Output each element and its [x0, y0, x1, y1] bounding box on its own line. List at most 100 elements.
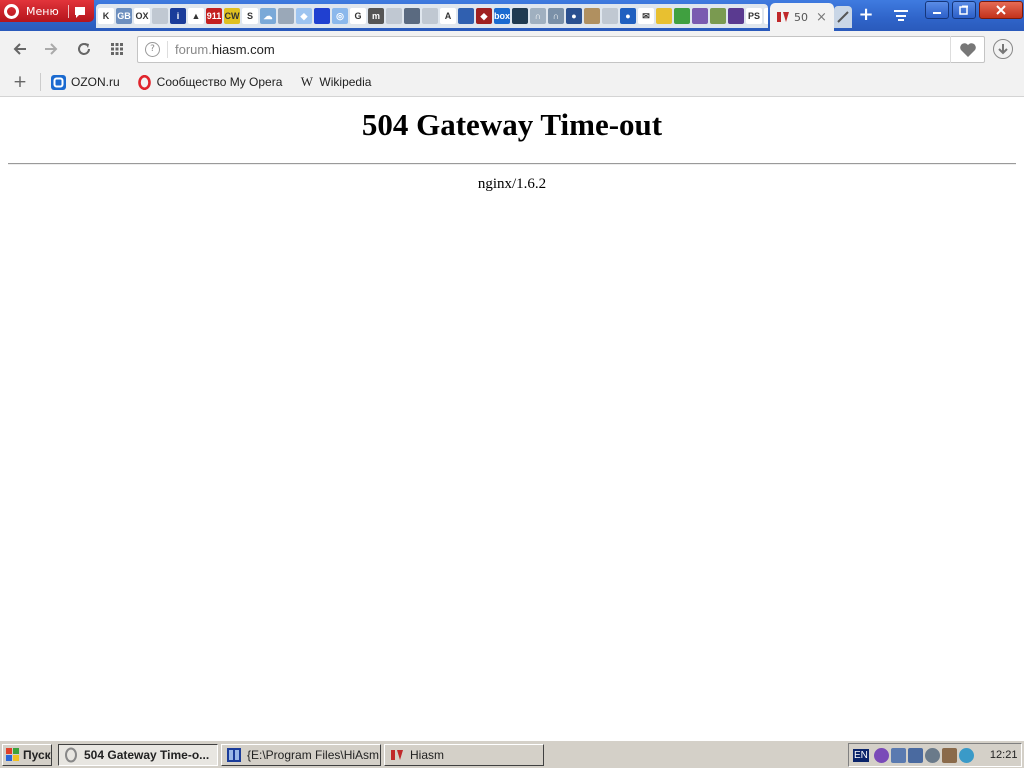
tab-close-icon[interactable]: ×: [816, 10, 827, 25]
network-icon[interactable]: [907, 747, 923, 763]
url-text[interactable]: forum.hiasm.com: [175, 42, 275, 57]
taskbar-item-hiasm[interactable]: Hiasm: [384, 744, 544, 766]
navigator-icon[interactable]: ◎: [332, 8, 348, 24]
alert-icon[interactable]: ▲: [188, 8, 204, 24]
network-disconnected-icon[interactable]: [890, 747, 906, 763]
taskbar-item-hiasm-folder[interactable]: {E:\Program Files\HiAsm...: [221, 744, 381, 766]
user-icon[interactable]: ●: [566, 8, 582, 24]
restore-icon: [959, 5, 968, 15]
disk-icon[interactable]: [278, 8, 294, 24]
earth-icon[interactable]: ●: [620, 8, 636, 24]
clock: 12:21: [989, 749, 1018, 761]
bookmark-my-opera[interactable]: Сообщество My Opera: [137, 74, 283, 90]
tab-menu-icon[interactable]: [890, 5, 912, 25]
page3-icon[interactable]: [602, 8, 618, 24]
menu-label: Меню: [26, 4, 59, 18]
rocket-icon[interactable]: ➶: [764, 8, 768, 24]
downloads-button[interactable]: [993, 39, 1013, 59]
grid-icon[interactable]: [314, 8, 330, 24]
updater-icon[interactable]: [958, 747, 974, 763]
start-label: Пуск: [23, 748, 51, 762]
arrow-right-icon: [45, 43, 58, 55]
olx-icon[interactable]: OX: [134, 8, 150, 24]
url-subdomain: forum.: [175, 42, 212, 57]
cw-icon[interactable]: CW: [224, 8, 240, 24]
leaf-icon[interactable]: [674, 8, 690, 24]
mail-icon[interactable]: ✉: [638, 8, 654, 24]
gbi-icon[interactable]: GB: [116, 8, 132, 24]
books-icon[interactable]: [584, 8, 600, 24]
m-icon[interactable]: m: [368, 8, 384, 24]
hiasm-window-icon: [227, 748, 241, 762]
monitor-icon[interactable]: [404, 8, 420, 24]
page2-icon[interactable]: [422, 8, 438, 24]
new-tab-button[interactable]: +: [857, 5, 875, 25]
bookmark-label: OZON.ru: [71, 75, 120, 89]
viber-icon[interactable]: [873, 747, 889, 763]
chat-flag-icon: [74, 7, 85, 18]
headset-icon[interactable]: ∩: [530, 8, 546, 24]
page-icon[interactable]: [152, 8, 168, 24]
weather-icon[interactable]: ☁: [260, 8, 276, 24]
bookmark-heart-button[interactable]: [950, 36, 984, 63]
server-signature: nginx/1.6.2: [477, 176, 547, 192]
tab-feather[interactable]: [834, 6, 852, 28]
s-icon[interactable]: S: [242, 8, 258, 24]
911-icon[interactable]: 911: [206, 8, 222, 24]
address-field[interactable]: ? forum.hiasm.com: [137, 36, 985, 63]
windows-taskbar: Пуск 504 Gateway Time-o... {E:\Program F…: [0, 740, 1024, 768]
web-page-content: 504 Gateway Time-out nginx/1.6.2: [0, 98, 1024, 740]
menu-separator: [67, 4, 69, 18]
opera-logo-icon: [4, 3, 19, 19]
hiasm-favicon-icon: [777, 12, 789, 22]
volume-icon[interactable]: [941, 747, 957, 763]
bookmark-label: Сообщество My Opera: [156, 75, 283, 89]
film-icon[interactable]: [458, 8, 474, 24]
reload-button[interactable]: [74, 39, 94, 59]
kinopoisk-icon[interactable]: K: [98, 8, 114, 24]
bookmark-wikipedia[interactable]: W Wikipedia: [299, 74, 372, 90]
google-icon[interactable]: G: [350, 8, 366, 24]
taskbar-item-opera[interactable]: 504 Gateway Time-o...: [58, 744, 218, 766]
ps-icon[interactable]: PS: [746, 8, 762, 24]
back-button[interactable]: [10, 39, 30, 59]
hiasm-grid-icon[interactable]: [512, 8, 528, 24]
heart-icon: [959, 42, 976, 57]
tab-active[interactable]: 50 ×: [770, 3, 834, 31]
minimize-button[interactable]: [925, 1, 949, 19]
forward-button[interactable]: [41, 39, 61, 59]
taskbar-item-label: 504 Gateway Time-o...: [84, 748, 210, 762]
box-icon[interactable]: box: [494, 8, 510, 24]
square-icon[interactable]: [692, 8, 708, 24]
system-tray: EN 12:21: [848, 743, 1022, 767]
shield-icon[interactable]: [656, 8, 672, 24]
add-bookmark-button[interactable]: +: [10, 72, 30, 92]
bookmark-ozon[interactable]: OZON.ru: [51, 74, 120, 90]
bookmarks-divider: [40, 73, 41, 91]
windows-logo-icon: [6, 748, 19, 761]
navigation-bar: ? forum.hiasm.com: [0, 31, 1024, 68]
square2-icon[interactable]: [728, 8, 744, 24]
circle-icon[interactable]: A: [440, 8, 456, 24]
page-title: 504 Gateway Time-out: [361, 107, 663, 142]
url-domain: hiasm.com: [211, 42, 275, 57]
start-button[interactable]: Пуск: [2, 744, 52, 766]
site-info-icon[interactable]: ?: [145, 42, 160, 57]
grid-icon: [111, 43, 123, 55]
maximize-button[interactable]: [952, 1, 976, 19]
horizontal-rule: [8, 163, 1016, 165]
doc-icon[interactable]: [386, 8, 402, 24]
info-icon[interactable]: i: [170, 8, 186, 24]
bookmark-label: Wikipedia: [319, 75, 372, 89]
photo-icon[interactable]: [710, 8, 726, 24]
diamond-icon[interactable]: ◆: [476, 8, 492, 24]
language-indicator[interactable]: EN: [853, 748, 869, 762]
security-icon[interactable]: [924, 747, 940, 763]
opera-menu-button[interactable]: Меню: [0, 0, 94, 22]
headphones-icon[interactable]: ∩: [548, 8, 564, 24]
close-window-button[interactable]: [979, 1, 1023, 19]
pinned-tabs-strip: KGBOXi▲911CWS☁◆◎GmA◆box∩∩●●✉PS➶: [96, 4, 768, 28]
speed-dial-button[interactable]: [107, 39, 127, 59]
compass-icon[interactable]: ◆: [296, 8, 312, 24]
close-icon: [996, 5, 1006, 15]
